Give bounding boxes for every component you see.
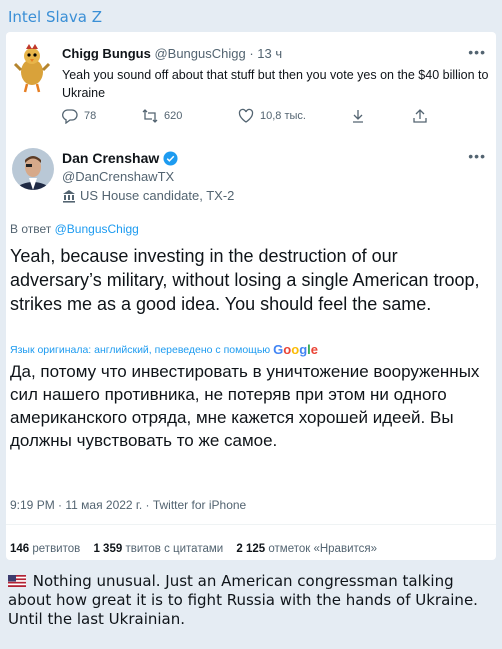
reply-icon <box>62 109 78 124</box>
retweets-stat-label: ретвитов <box>32 543 81 555</box>
translation-note[interactable]: Язык оригинала: английский, переведено с… <box>10 342 318 357</box>
retweets-stat[interactable]: 146 ретвитов <box>10 543 80 555</box>
likes-stat-label: отметок «Нравится» <box>268 543 378 555</box>
reply-header: Chigg Bungus @BungusChigg · 13 ч <box>62 46 282 61</box>
quotes-stat-label: твитов с цитатами <box>125 543 224 555</box>
like-button[interactable]: 10,8 тыс. <box>238 108 306 124</box>
share-icon <box>353 110 363 123</box>
like-icon <box>238 108 254 123</box>
reply-time[interactable]: · 13 ч <box>246 46 282 61</box>
retweet-button[interactable]: 620 <box>142 108 182 124</box>
tweet-stats: 146 ретвитов 1 359 твитов с цитатами 2 1… <box>10 543 387 555</box>
main-more-icon[interactable]: ••• <box>468 148 486 164</box>
upload-button[interactable] <box>412 108 428 124</box>
avatar[interactable] <box>12 148 54 190</box>
tweet-translation: Да, потому что инвестировать в уничтожен… <box>10 362 480 450</box>
retweet-count: 620 <box>164 110 183 122</box>
chicken-avatar-icon[interactable] <box>12 42 52 94</box>
channel-caption: Nothing unusual. Just an American congre… <box>8 572 496 629</box>
verified-badge-icon <box>163 150 178 166</box>
reply-author-name[interactable]: Chigg Bungus <box>62 46 151 61</box>
like-count: 10,8 тыс. <box>260 110 306 122</box>
google-logo: Google <box>273 342 319 357</box>
tweet-card: Chigg Bungus @BungusChigg · 13 ч ••• Yea… <box>6 32 496 560</box>
government-label-icon <box>63 189 75 203</box>
divider <box>6 524 496 525</box>
reply-button[interactable]: 78 <box>62 108 96 124</box>
reply-author-handle[interactable]: @BungusChigg <box>154 46 245 61</box>
retweets-stat-count: 146 <box>10 543 30 555</box>
us-flag-icon <box>8 575 26 587</box>
likes-stat[interactable]: 2 125 отметок «Нравится» <box>236 543 377 555</box>
reply-tweet[interactable]: Chigg Bungus @BungusChigg · 13 ч ••• Yea… <box>6 32 496 132</box>
quotes-stat[interactable]: 1 359 твитов с цитатами <box>93 543 223 555</box>
quotes-stat-count: 1 359 <box>93 543 123 555</box>
main-author-name-text[interactable]: Dan Crenshaw <box>62 150 159 166</box>
reply-count: 78 <box>84 110 97 122</box>
upload-icon <box>413 109 427 123</box>
share-button[interactable] <box>350 108 366 124</box>
government-label[interactable]: US House candidate, TX-2 <box>62 188 234 203</box>
tweet-text: Yeah, because investing in the destructi… <box>10 246 480 314</box>
tweet-timestamp[interactable]: 9:19 PM · 11 мая 2022 г. · Twitter for i… <box>10 498 246 512</box>
reply-text: Yeah you sound off about that stuff but … <box>62 68 489 100</box>
retweet-icon <box>142 109 158 123</box>
main-author-handle[interactable]: @DanCrenshawTX <box>62 169 174 184</box>
likes-stat-count: 2 125 <box>236 543 266 555</box>
replying-prefix: В ответ <box>10 222 52 236</box>
replying-to-link[interactable]: @BungusChigg <box>55 222 139 236</box>
more-icon[interactable]: ••• <box>468 44 486 60</box>
replying-to: В ответ @BungusChigg <box>10 222 139 236</box>
translation-note-text: Язык оригинала: английский, переведено с… <box>10 343 271 356</box>
channel-title[interactable]: Intel Slava Z <box>8 8 102 26</box>
government-label-text: US House candidate, TX-2 <box>80 188 235 203</box>
profile-photo-icon <box>12 148 54 190</box>
main-author-name[interactable]: Dan Crenshaw <box>62 150 178 166</box>
caption-text: Nothing unusual. Just an American congre… <box>8 572 478 628</box>
